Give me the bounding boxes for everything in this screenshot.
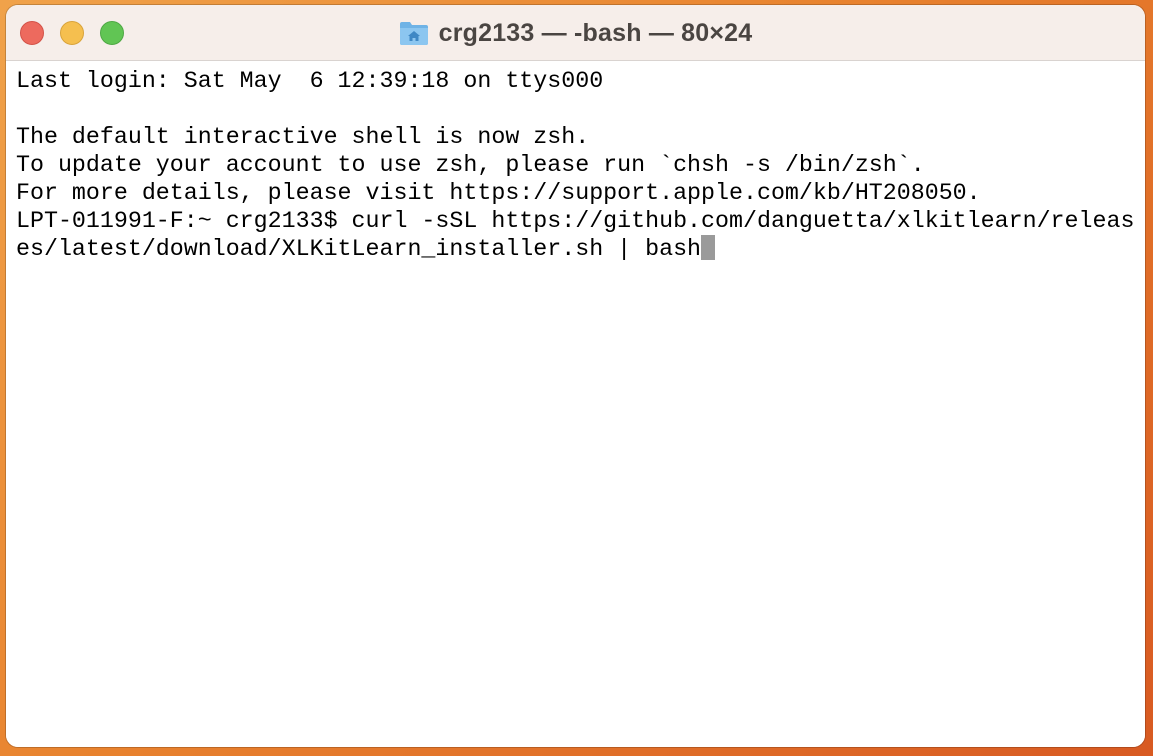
- terminal-line: Last login: Sat May 6 12:39:18 on ttys00…: [16, 68, 604, 94]
- home-folder-icon: [399, 20, 429, 46]
- terminal-line-text: es/latest/download/XLKitLearn_installer.…: [16, 236, 702, 262]
- terminal-line: For more details, please visit https://s…: [16, 180, 981, 206]
- terminal-prompt-line[interactable]: es/latest/download/XLKitLearn_installer.…: [16, 235, 1145, 263]
- terminal-line: The default interactive shell is now zsh…: [16, 124, 590, 150]
- terminal-line: To update your account to use zsh, pleas…: [16, 152, 925, 178]
- terminal-output[interactable]: Last login: Sat May 6 12:39:18 on ttys00…: [6, 61, 1145, 747]
- text-cursor: [701, 235, 716, 260]
- terminal-line: LPT-011991-F:~ crg2133$ curl -sSL https:…: [16, 208, 1135, 234]
- title-bar[interactable]: crg2133 — -bash — 80×24: [6, 5, 1145, 61]
- window-title: crg2133 — -bash — 80×24: [6, 5, 1145, 61]
- title-text: crg2133 — -bash — 80×24: [438, 18, 753, 47]
- terminal-window: crg2133 — -bash — 80×24 Last login: Sat …: [6, 5, 1145, 747]
